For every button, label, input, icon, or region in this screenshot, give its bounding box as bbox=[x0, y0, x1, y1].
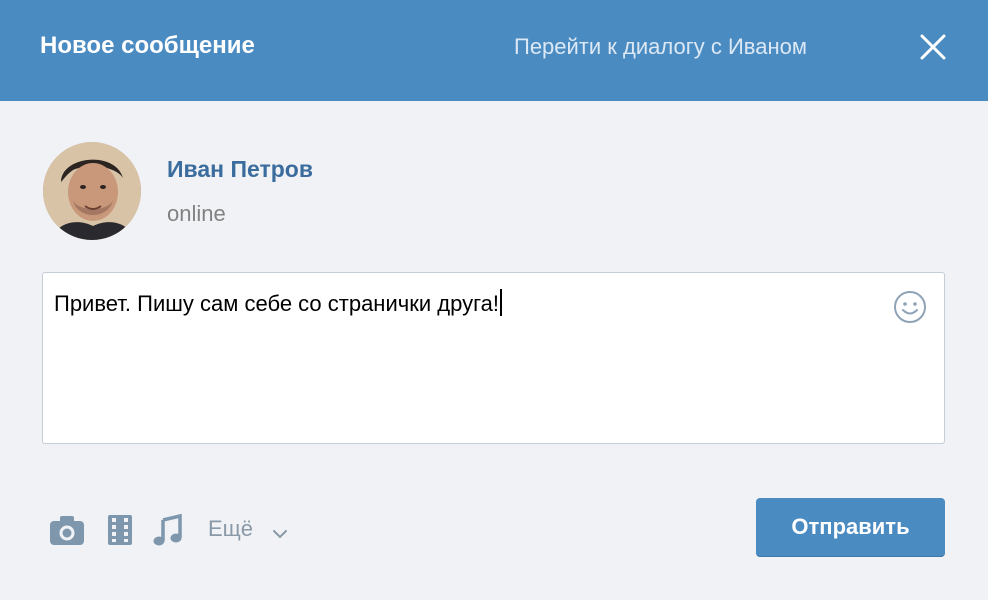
more-attachments-link[interactable]: Ещё bbox=[208, 516, 253, 542]
recipient-status: online bbox=[167, 201, 226, 226]
message-input-text: Привет. Пишу сам себе со странички друга… bbox=[54, 289, 502, 317]
video-icon[interactable] bbox=[105, 512, 135, 548]
text-caret bbox=[499, 289, 502, 316]
dialog-title: Новое сообщение bbox=[40, 32, 255, 59]
camera-icon[interactable] bbox=[48, 512, 86, 548]
message-input[interactable]: Привет. Пишу сам себе со странички друга… bbox=[42, 272, 945, 444]
send-button[interactable]: Отправить bbox=[756, 498, 945, 556]
close-icon[interactable] bbox=[916, 30, 950, 64]
dialog-header: Новое сообщение Перейти к диалогу с Иван… bbox=[0, 0, 988, 101]
avatar[interactable] bbox=[43, 142, 141, 240]
smiley-icon[interactable] bbox=[893, 290, 927, 324]
go-to-dialog-link[interactable]: Перейти к диалогу с Иваном bbox=[514, 34, 807, 60]
music-icon[interactable] bbox=[152, 512, 184, 548]
recipient-name[interactable]: Иван Петров bbox=[167, 156, 313, 183]
chevron-down-icon[interactable] bbox=[272, 526, 288, 539]
